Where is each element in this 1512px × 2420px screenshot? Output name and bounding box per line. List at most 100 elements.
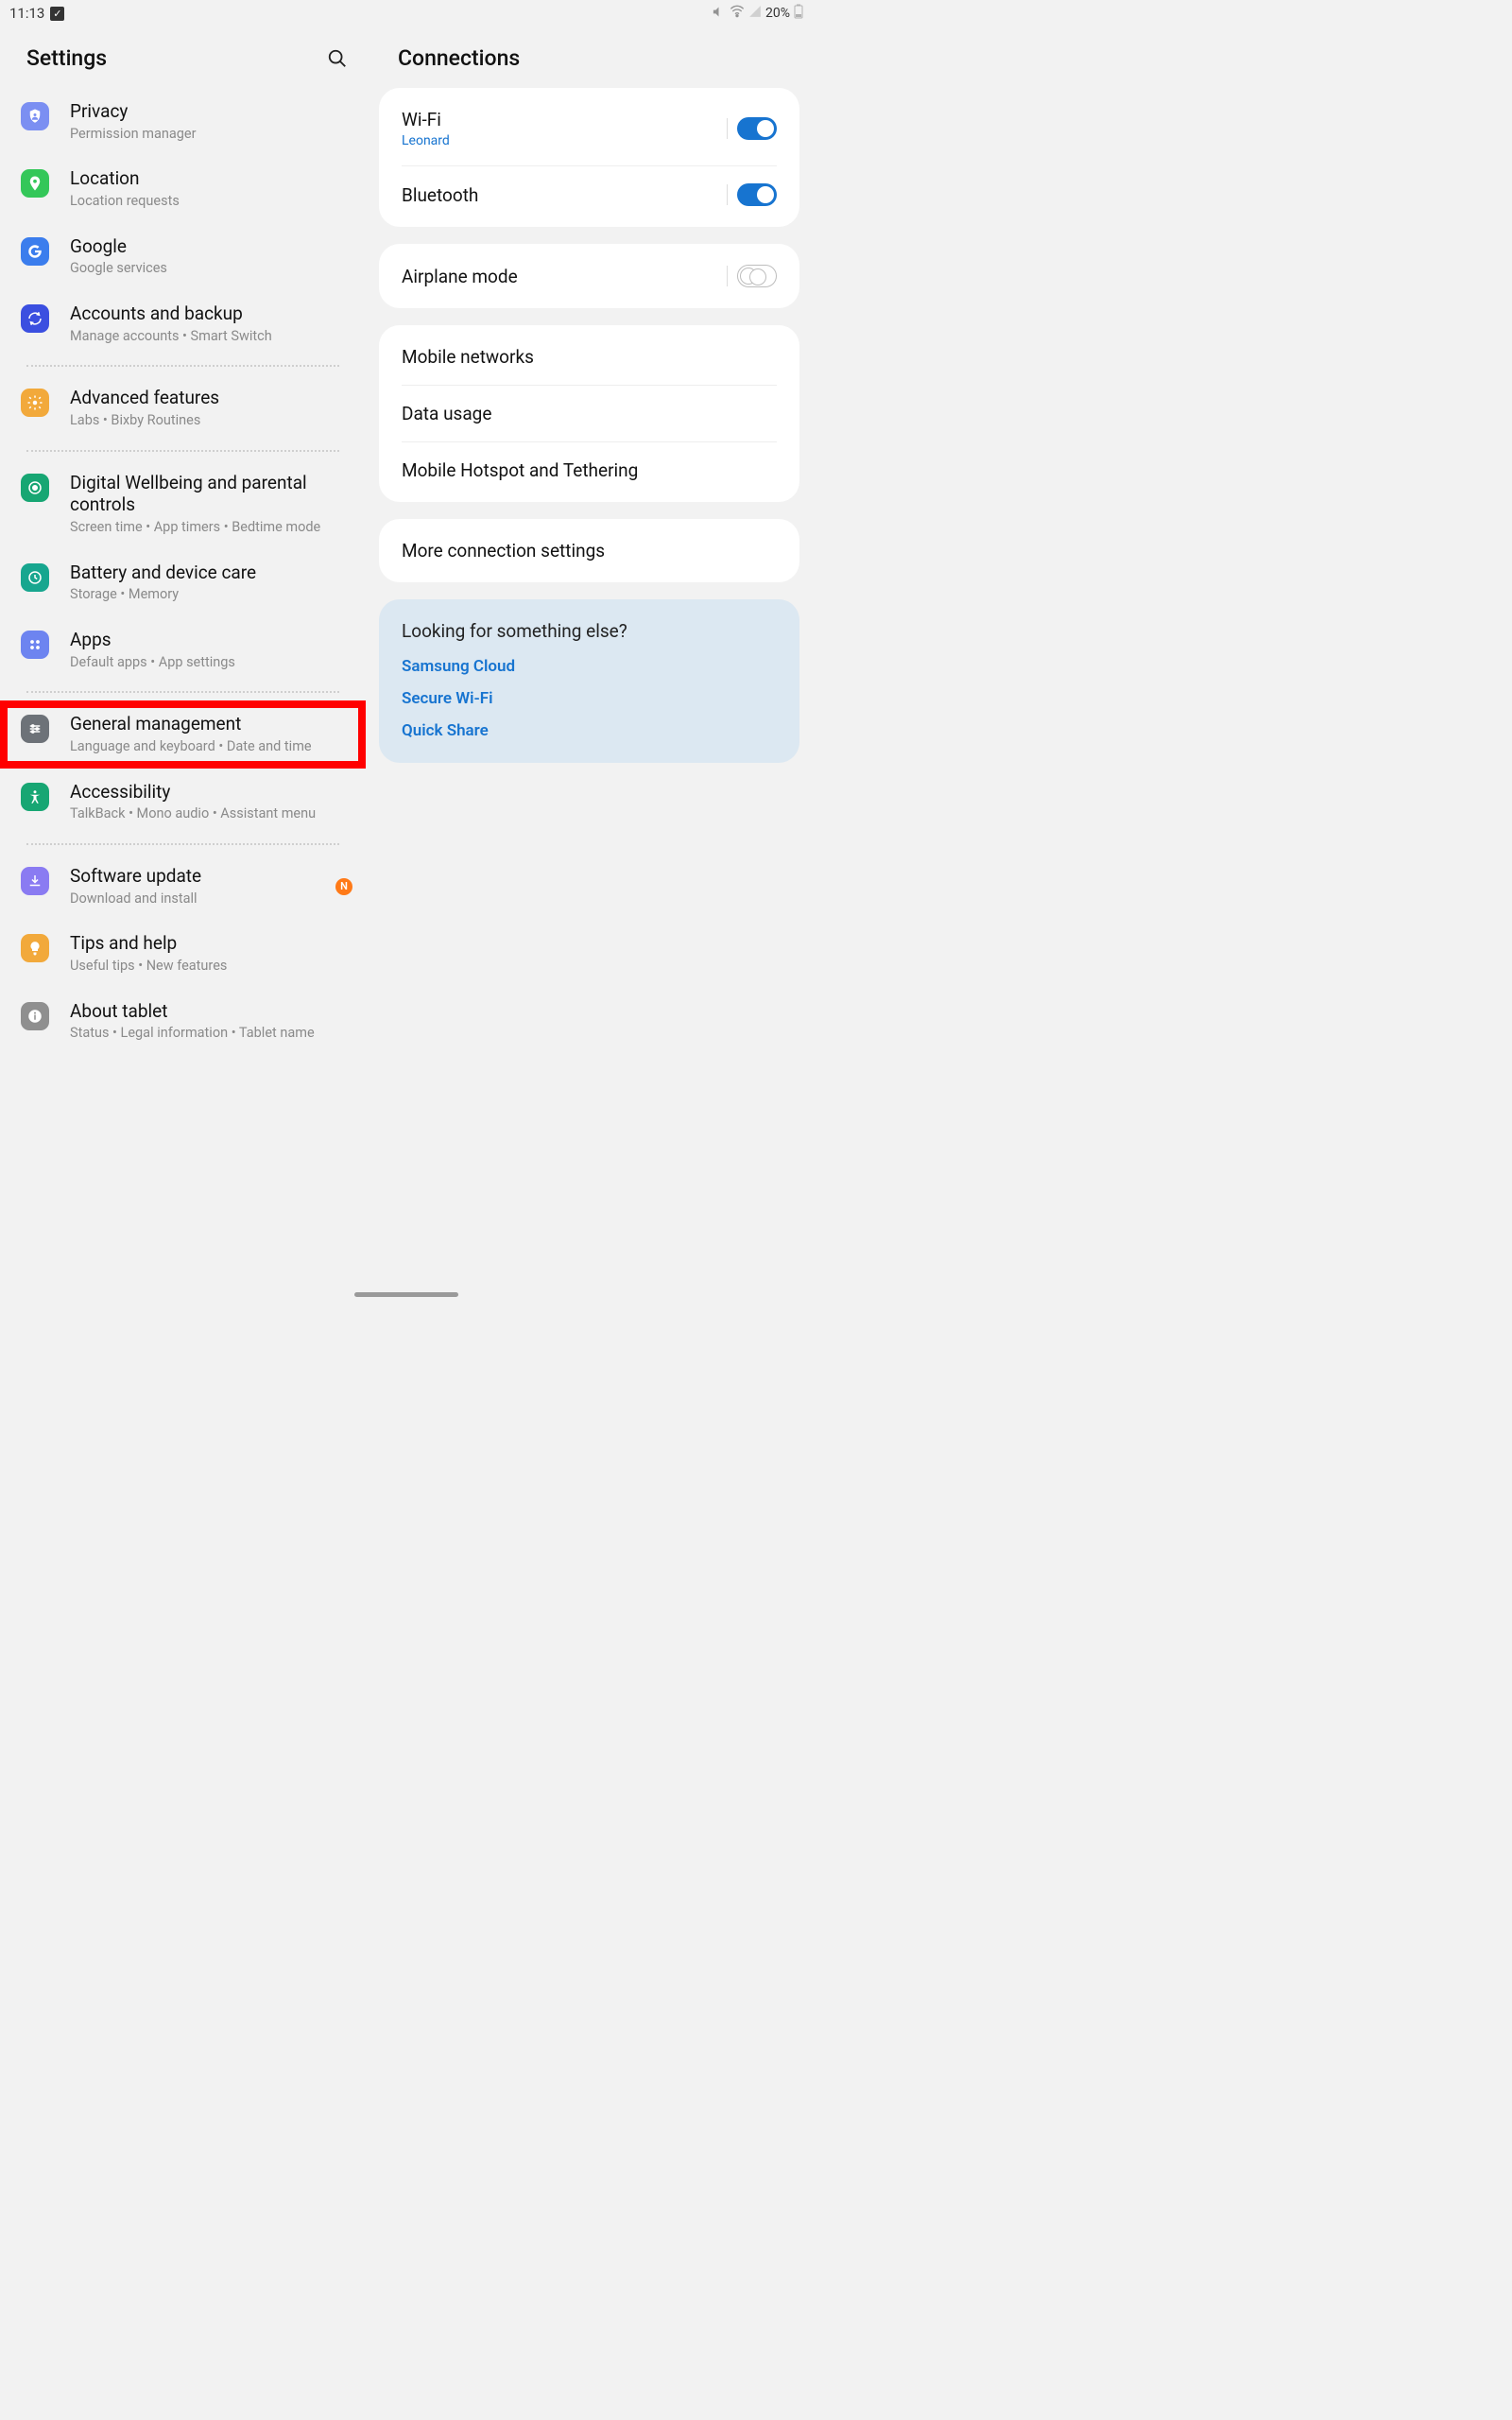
divider <box>727 266 728 286</box>
sidebar-item-subtitle: Location requests <box>70 192 352 211</box>
bluetooth-title: Bluetooth <box>402 184 478 206</box>
sidebar-item-subtitle: Labs • Bixby Routines <box>70 411 352 430</box>
hotspot-title: Mobile Hotspot and Tethering <box>402 459 638 481</box>
sidebar-item-title: Tips and help <box>70 932 352 955</box>
sidebar-item-subtitle: TalkBack • Mono audio • Assistant menu <box>70 804 352 823</box>
row-more-connection-settings[interactable]: More connection settings <box>379 523 799 579</box>
sidebar-item-title: Accessibility <box>70 781 352 804</box>
sidebar-item-subtitle: Language and keyboard • Date and time <box>70 737 352 756</box>
sidebar-item-title: Digital Wellbeing and parental controls <box>70 472 352 517</box>
section-divider <box>26 691 339 693</box>
sidebar-item-apps[interactable]: Apps Default apps • App settings <box>0 616 366 683</box>
sidebar-item-title: Accounts and backup <box>70 302 352 325</box>
google-icon <box>21 237 49 266</box>
sidebar-item-subtitle: Storage • Memory <box>70 585 352 604</box>
sidebar-item-title: Google <box>70 235 352 258</box>
sidebar-item-subtitle: Screen time • App timers • Bedtime mode <box>70 518 352 537</box>
wifi-title: Wi-Fi <box>402 109 450 130</box>
sidebar-item-accounts[interactable]: Accounts and backup Manage accounts • Sma… <box>0 290 366 357</box>
settings-sidebar: Settings Privacy Permission manager Locati… <box>0 26 373 1301</box>
accessibility-icon <box>21 783 49 811</box>
sidebar-item-subtitle: Manage accounts • Smart Switch <box>70 327 352 346</box>
sidebar-item-title: Software update <box>70 865 335 888</box>
card-network: Mobile networks Data usage Mobile Hotspo… <box>379 325 799 502</box>
sidebar-item-title: Apps <box>70 629 352 651</box>
about-icon <box>21 1002 49 1030</box>
sidebar-item-battery[interactable]: Battery and device careStorage • Memory <box>0 549 366 616</box>
wifi-icon <box>730 4 745 23</box>
wifi-subtitle: Leonard <box>402 133 450 148</box>
info-link-samsung-cloud[interactable]: Samsung Cloud <box>402 657 777 676</box>
sidebar-item-title: General management <box>70 713 352 735</box>
sidebar-item-title: About tablet <box>70 1000 352 1023</box>
general-icon <box>21 715 49 743</box>
data-usage-title: Data usage <box>402 403 491 424</box>
mute-icon <box>712 5 726 23</box>
sidebar-item-title: Advanced features <box>70 387 352 409</box>
sidebar-item-subtitle: Status • Legal information • Tablet name <box>70 1024 352 1043</box>
card-more-settings: More connection settings <box>379 519 799 582</box>
section-divider <box>26 843 339 845</box>
location-icon <box>21 169 49 198</box>
sidebar-item-title: Location <box>70 167 352 190</box>
bluetooth-toggle[interactable] <box>737 183 777 206</box>
row-airplane[interactable]: Airplane mode <box>379 248 799 304</box>
sidebar-item-title: Privacy <box>70 100 352 123</box>
sidebar-item-subtitle: Default apps • App settings <box>70 653 352 672</box>
notification-badge-icon: ✓ <box>50 7 64 21</box>
wellbeing-icon <box>21 474 49 502</box>
divider <box>727 184 728 205</box>
sidebar-item-about[interactable]: About tabletStatus • Legal information •… <box>0 988 366 1055</box>
sidebar-item-title: Battery and device care <box>70 562 352 584</box>
row-bluetooth[interactable]: Bluetooth <box>379 166 799 223</box>
advanced-icon <box>21 389 49 417</box>
accounts-icon <box>21 304 49 333</box>
settings-title: Settings <box>26 45 107 71</box>
looking-for-title: Looking for something else? <box>402 620 777 642</box>
status-battery-text: 20% <box>765 6 790 21</box>
sidebar-item-swupdate[interactable]: Software update Download and installN <box>0 853 366 920</box>
row-mobile-networks[interactable]: Mobile networks <box>379 329 799 385</box>
row-data-usage[interactable]: Data usage <box>379 386 799 441</box>
status-time: 11:13 <box>9 5 44 22</box>
section-divider <box>26 365 339 367</box>
sidebar-item-privacy[interactable]: Privacy Permission manager <box>0 88 366 155</box>
airplane-toggle[interactable] <box>737 265 777 287</box>
sidebar-item-subtitle: Useful tips • New features <box>70 957 352 976</box>
battery-icon <box>794 4 803 23</box>
sidebar-item-advanced[interactable]: Advanced features Labs • Bixby Routines <box>0 374 366 441</box>
swupdate-icon <box>21 867 49 895</box>
row-wifi[interactable]: Wi-Fi Leonard <box>379 92 799 165</box>
divider <box>727 118 728 139</box>
privacy-icon <box>21 102 49 130</box>
info-link-secure-wi-fi[interactable]: Secure Wi-Fi <box>402 689 777 708</box>
wifi-toggle[interactable] <box>737 117 777 140</box>
update-badge: N <box>335 878 352 895</box>
card-wifi-bt: Wi-Fi Leonard Bluetooth <box>379 88 799 227</box>
sidebar-item-wellbeing[interactable]: Digital Wellbeing and parental controlsS… <box>0 459 366 549</box>
home-indicator[interactable] <box>354 1292 458 1297</box>
sidebar-item-tips[interactable]: Tips and help Useful tips • New features <box>0 920 366 987</box>
sidebar-item-general[interactable]: General management Language and keyboard … <box>0 700 366 768</box>
card-looking-for: Looking for something else? Samsung Clou… <box>379 599 799 763</box>
airplane-title: Airplane mode <box>402 266 518 287</box>
info-link-quick-share[interactable]: Quick Share <box>402 721 777 740</box>
section-divider <box>26 450 339 452</box>
status-bar: 11:13 ✓ 20% <box>0 0 813 26</box>
sidebar-item-google[interactable]: GoogleGoogle services <box>0 223 366 290</box>
sidebar-item-location[interactable]: Location Location requests <box>0 155 366 222</box>
detail-pane: Connections Wi-Fi Leonard Bluetooth <box>373 26 813 1301</box>
battery-icon <box>21 563 49 592</box>
sidebar-item-subtitle: Google services <box>70 259 352 278</box>
more-connection-title: More connection settings <box>402 540 605 562</box>
search-icon <box>327 48 348 69</box>
tips-icon <box>21 934 49 962</box>
search-button[interactable] <box>326 47 349 70</box>
sidebar-item-subtitle: Permission manager <box>70 125 352 144</box>
signal-icon <box>748 5 762 22</box>
card-airplane: Airplane mode <box>379 244 799 308</box>
connections-title: Connections <box>398 45 520 71</box>
sidebar-item-accessibility[interactable]: AccessibilityTalkBack • Mono audio • Ass… <box>0 769 366 836</box>
row-hotspot[interactable]: Mobile Hotspot and Tethering <box>379 442 799 498</box>
sidebar-item-subtitle: Download and install <box>70 890 335 908</box>
